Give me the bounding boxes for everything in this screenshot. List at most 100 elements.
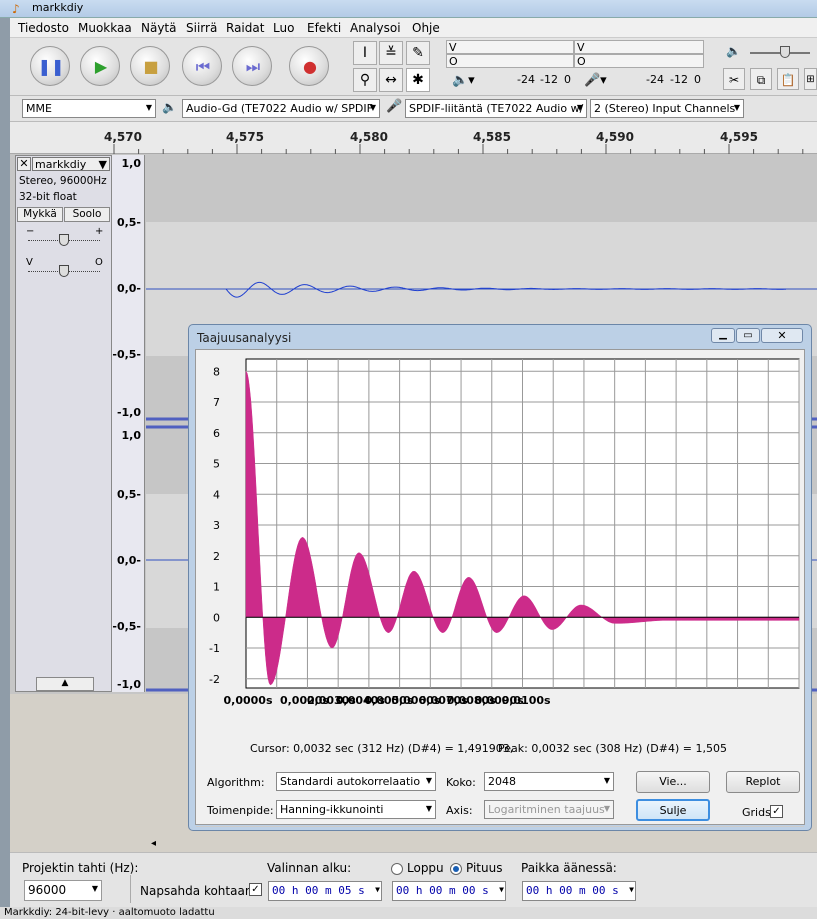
menu-edit[interactable]: Muokkaa — [78, 21, 132, 35]
track-control-panel: ✕ markkdiy ▼ Stereo, 96000Hz 32-bit float… — [15, 155, 112, 692]
record-meter-right[interactable]: O — [574, 54, 704, 68]
radio-dot — [453, 866, 459, 872]
gain-thumb[interactable] — [59, 234, 69, 246]
scale-label: -1,0 — [116, 678, 141, 691]
envelope-tool[interactable]: ≚ — [379, 41, 403, 65]
track-name-menu[interactable]: markkdiy ▼ — [32, 157, 110, 171]
x-tick-label: 0,0100s — [502, 694, 551, 707]
record-button[interactable]: ● — [289, 46, 329, 86]
timeline-ruler[interactable]: 4,570 4,575 4,580 4,585 4,590 4,595 — [10, 122, 817, 154]
menu-effect[interactable]: Efekti — [307, 21, 341, 35]
length-radio[interactable] — [450, 863, 462, 875]
minimize-button[interactable]: ▁ — [711, 328, 735, 343]
scroll-left-icon[interactable]: ◂ — [151, 838, 156, 849]
speaker-icon[interactable]: 🔈▾ — [452, 73, 475, 88]
axis-label: Axis: — [446, 804, 473, 817]
y-tick-label: 6 — [213, 427, 220, 440]
input-channels-select[interactable]: 2 (Stereo) Input Channels — [590, 99, 744, 118]
track-bit-depth: 32-bit float — [19, 191, 77, 203]
multi-tool[interactable]: ✱ — [406, 68, 430, 92]
meter-tick-12: -12 — [540, 73, 558, 86]
selection-start-time[interactable]: 00 h 00 m 05 s — [268, 881, 382, 901]
pan-thumb[interactable] — [59, 265, 69, 277]
export-button[interactable]: Vie... — [636, 771, 710, 793]
mute-button[interactable]: Mykkä — [17, 207, 63, 222]
y-tick-label: -1 — [209, 642, 220, 655]
playback-meter-right[interactable]: O — [446, 54, 574, 68]
replot-button[interactable]: Replot — [726, 771, 800, 793]
ruler-label: 4,590 — [596, 130, 634, 144]
minimize-icon: ▁ — [719, 329, 727, 340]
arrows-icon: ↔ — [385, 72, 397, 88]
maximize-button[interactable]: ▭ — [736, 328, 760, 343]
magnifier-icon: ⚲ — [359, 72, 371, 88]
function-select[interactable]: Hanning-ikkunointi — [276, 800, 436, 819]
autocorrelation-plot[interactable]: 876543210-1-2 0,0000s 0,0020s0,0030s0,004… — [196, 350, 806, 720]
ibeam-icon: I — [362, 45, 368, 61]
axis-select[interactable]: Logaritminen taajuus — [484, 800, 614, 819]
menu-view[interactable]: Näytä — [141, 21, 177, 35]
end-radio[interactable] — [391, 863, 403, 875]
ruler-ticks — [113, 144, 804, 154]
end-label: Loppu — [407, 861, 444, 875]
playback-meter-left[interactable]: V — [446, 40, 574, 54]
menu-tracks[interactable]: Raidat — [226, 21, 264, 35]
selection-length-time[interactable]: 00 h 00 m 00 s — [392, 881, 506, 901]
pan-left-label: V — [26, 257, 33, 268]
meter-tick-0b: 0 — [694, 73, 701, 86]
menu-generate[interactable]: Luo — [273, 21, 294, 35]
grids-checkbox[interactable]: ✓ — [770, 805, 783, 818]
cut-button[interactable]: ✂ — [723, 68, 745, 90]
function-label: Toimenpide: — [207, 804, 274, 817]
zoom-tool[interactable]: ⚲ — [353, 68, 377, 92]
skip-start-button[interactable]: ⏮ — [182, 46, 222, 86]
ruler-label: 4,585 — [473, 130, 511, 144]
track-close-button[interactable]: ✕ — [17, 157, 31, 171]
trim-button[interactable]: ⊞ — [804, 68, 817, 90]
scale-label: 0,0- — [116, 554, 141, 567]
copy-button[interactable]: ⧉ — [750, 68, 772, 90]
audio-host-select[interactable]: MME — [22, 99, 156, 118]
length-label: Pituus — [466, 861, 503, 875]
meter-channel-l: V — [449, 41, 457, 54]
draw-tool[interactable]: ✎ — [406, 41, 430, 65]
microphone-icon[interactable]: 🎤▾ — [584, 73, 607, 88]
scale-label: 1,0 — [121, 429, 142, 442]
pause-icon: ❚❚ — [37, 57, 65, 76]
y-tick-label: 5 — [213, 458, 220, 471]
title-bar: ♪ markkdiy — [0, 0, 817, 18]
menu-help[interactable]: Ohje — [412, 21, 440, 35]
size-select[interactable]: 2048 — [484, 772, 614, 791]
scissors-icon: ✂ — [728, 73, 740, 87]
window-left-edge — [0, 18, 10, 907]
menu-transport[interactable]: Siirrä — [186, 21, 217, 35]
snap-checkbox[interactable]: ✓ — [249, 883, 262, 896]
meter-channel-r: O — [449, 55, 458, 68]
trim-icon: ⊞ — [806, 74, 815, 85]
pause-button[interactable]: ❚❚ — [30, 46, 70, 86]
menu-analyze[interactable]: Analysoi — [350, 21, 401, 35]
volume-thumb[interactable] — [780, 46, 790, 58]
play-button[interactable]: ▶ — [80, 46, 120, 86]
vertical-scale[interactable]: 1,0 0,5- 0,0- -0,5- -1,0 1,0 0,5- 0,0- -… — [112, 155, 145, 692]
record-meter-left[interactable]: V — [574, 40, 704, 54]
timeshift-tool[interactable]: ↔ — [379, 68, 403, 92]
skip-end-button[interactable]: ⏭ — [232, 46, 272, 86]
collapse-track-button[interactable]: ▲ — [36, 677, 94, 691]
input-device-select[interactable]: SPDIF-liitäntä (TE7022 Audio w/ — [405, 99, 587, 118]
paste-button[interactable]: 📋 — [777, 68, 799, 90]
meter-tick-0: 0 — [564, 73, 571, 86]
solo-button[interactable]: Soolo — [64, 207, 110, 222]
audio-position-time[interactable]: 00 h 00 m 00 s — [522, 881, 636, 901]
scale-label: -0,5- — [112, 348, 141, 361]
pan-right-label: O — [95, 257, 103, 268]
stop-button[interactable]: ■ — [130, 46, 170, 86]
output-device-select[interactable]: Audio-Gd (TE7022 Audio w/ SPDIF — [182, 99, 380, 118]
close-button[interactable]: Sulje — [636, 799, 710, 821]
algorithm-select[interactable]: Standardi autokorrelaatio — [276, 772, 436, 791]
maximize-icon: ▭ — [743, 330, 753, 341]
project-rate-select[interactable]: 96000 — [24, 880, 102, 901]
selection-tool[interactable]: I — [353, 41, 377, 65]
menu-file[interactable]: Tiedosto — [18, 21, 69, 35]
close-window-button[interactable]: ✕ — [761, 328, 803, 343]
